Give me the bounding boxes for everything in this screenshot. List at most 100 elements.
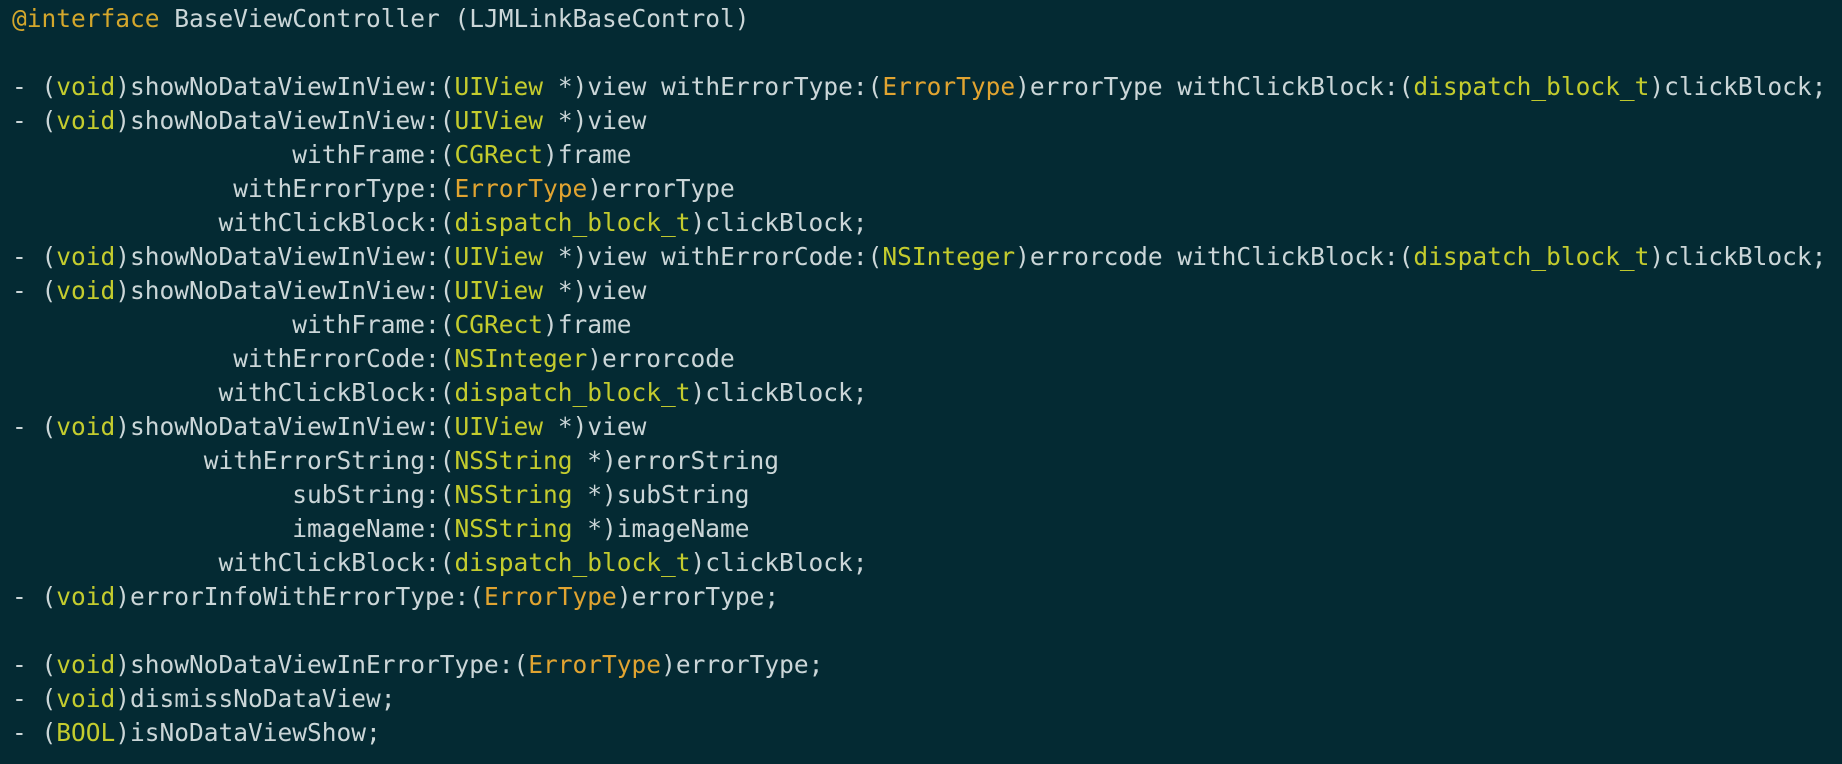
code-token-plain: withClickBlock:( [12,378,455,407]
code-token-plain: )showNoDataViewInErrorType:( [115,650,529,679]
code-token-plain: withErrorType:( [12,174,455,203]
code-token-plain: )errorType [587,174,735,203]
code-token-plain: withClickBlock:( [12,208,455,237]
code-editor[interactable]: @interface BaseViewController (LJMLinkBa… [0,0,1842,764]
code-token-type: NSInteger [882,242,1016,271]
code-token-plain: - ( [12,242,57,271]
code-token-plain: *)view withErrorCode:( [543,242,883,271]
code-token-plain: )frame [543,140,632,169]
code-token-type: void [56,72,116,101]
code-token-plain: )showNoDataViewInView:( [115,72,455,101]
code-token-type: NSString [454,446,573,475]
code-token-plain: )errorInfoWithErrorType:( [115,582,485,611]
code-line: withClickBlock:(dispatch_block_t)clickBl… [12,546,1842,580]
code-token-errtype: ErrorType [528,650,662,679]
code-token-plain: )clickBlock; [690,208,868,237]
code-token-type: NSString [454,514,573,543]
code-token-plain: )errorcode withClickBlock:( [1015,242,1414,271]
code-token-plain: )errorcode [587,344,735,373]
code-line: - (void)showNoDataViewInView:(UIView *)v… [12,410,1842,444]
code-token-type: void [56,650,116,679]
code-line: - (void)dismissNoDataView; [12,682,1842,716]
code-token-type: UIView [454,72,544,101]
code-line: - (void)showNoDataViewInErrorType:(Error… [12,648,1842,682]
code-token-plain: )showNoDataViewInView:( [115,412,455,441]
code-token-plain: *)errorString [572,446,780,475]
code-token-type: UIView [454,106,544,135]
code-line: - (void)showNoDataViewInView:(UIView *)v… [12,70,1842,104]
code-token-type: void [56,684,116,713]
code-token-plain: )clickBlock; [1649,242,1827,271]
code-token-plain: - ( [12,684,57,713]
code-token-plain: )isNoDataViewShow; [115,718,381,747]
code-token-type: BOOL [56,718,116,747]
code-token-plain: )dismissNoDataView; [115,684,396,713]
code-token-type: dispatch_block_t [1413,242,1650,271]
code-token-plain: *)subString [572,480,750,509]
code-token-type: void [56,106,116,135]
code-token-plain: *)view [543,412,647,441]
code-token-plain: *)view withErrorType:( [543,72,883,101]
code-token-plain: )showNoDataViewInView:( [115,276,455,305]
code-line: - (void)showNoDataViewInView:(UIView *)v… [12,240,1842,274]
code-token-plain: - ( [12,412,57,441]
code-token-plain: - ( [12,72,57,101]
code-token-plain: subString:( [12,480,455,509]
code-token-plain: withErrorCode:( [12,344,455,373]
code-token-plain: - ( [12,106,57,135]
code-line: - (void)errorInfoWithErrorType:(ErrorTyp… [12,580,1842,614]
code-token-plain: imageName:( [12,514,455,543]
code-token-type: CGRect [454,310,544,339]
code-token-type: dispatch_block_t [454,378,691,407]
code-token-type: dispatch_block_t [454,208,691,237]
code-token-type: UIView [454,412,544,441]
code-token-type: void [56,276,116,305]
code-token-type: NSString [454,480,573,509]
code-token-plain: withFrame:( [12,310,455,339]
code-line: - (void)showNoDataViewInView:(UIView *)v… [12,274,1842,308]
code-token-type: void [56,582,116,611]
code-token-plain: )errorType; [661,650,824,679]
code-token-plain: - ( [12,718,57,747]
code-token-type: UIView [454,276,544,305]
code-token-plain: )clickBlock; [1649,72,1827,101]
code-token-plain: )frame [543,310,632,339]
code-line: withErrorType:(ErrorType)errorType [12,172,1842,206]
code-line: withFrame:(CGRect)frame [12,308,1842,342]
code-token-plain: *)view [543,276,647,305]
code-token-plain: )clickBlock; [690,548,868,577]
code-token-plain: )errorType; [616,582,780,611]
code-line: imageName:(NSString *)imageName [12,512,1842,546]
code-token-plain: )showNoDataViewInView:( [115,242,455,271]
code-token-type: void [56,412,116,441]
code-line: withErrorString:(NSString *)errorString [12,444,1842,478]
code-token-errtype: ErrorType [882,72,1016,101]
code-token-plain: )errorType withClickBlock:( [1015,72,1414,101]
code-token-errtype: ErrorType [484,582,617,611]
code-token-errtype: ErrorType [454,174,588,203]
code-token-plain: withErrorString:( [12,446,455,475]
code-line: subString:(NSString *)subString [12,478,1842,512]
code-token-plain: - ( [12,276,57,305]
code-token-plain: withClickBlock:( [12,548,455,577]
code-line: withErrorCode:(NSInteger)errorcode [12,342,1842,376]
code-token-type: dispatch_block_t [454,548,691,577]
code-line: - (void)showNoDataViewInView:(UIView *)v… [12,104,1842,138]
code-line: withClickBlock:(dispatch_block_t)clickBl… [12,376,1842,410]
code-line: @interface BaseViewController (LJMLinkBa… [12,2,1842,36]
code-lines: @interface BaseViewController (LJMLinkBa… [12,2,1842,750]
code-token-plain: BaseViewController (LJMLinkBaseControl) [159,4,750,33]
code-token-type: NSInteger [454,344,588,373]
code-token-plain: withFrame:( [12,140,455,169]
code-token-plain: *)view [543,106,647,135]
code-token-type: void [56,242,116,271]
code-token-plain: *)imageName [572,514,750,543]
code-token-plain: - ( [12,582,57,611]
code-token-keyword: @interface [12,4,160,33]
code-line: - (BOOL)isNoDataViewShow; [12,716,1842,750]
code-token-type: CGRect [454,140,544,169]
code-token-plain: )showNoDataViewInView:( [115,106,455,135]
code-token-type: dispatch_block_t [1413,72,1650,101]
code-line: withClickBlock:(dispatch_block_t)clickBl… [12,206,1842,240]
